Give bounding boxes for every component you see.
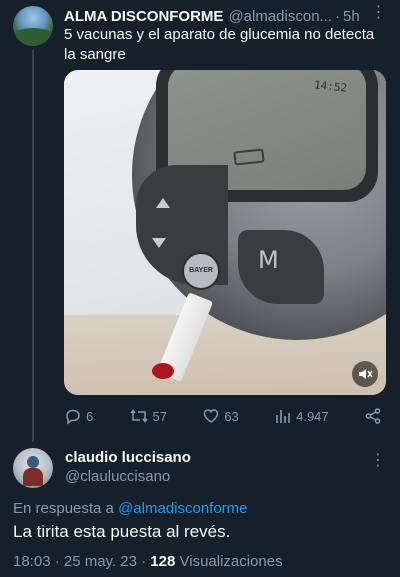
reply-button[interactable]: 6 (64, 407, 93, 425)
more-options-icon[interactable]: ⋮ (370, 453, 386, 472)
thread-connector-line (32, 50, 34, 442)
more-options-icon[interactable]: ⋮ (370, 5, 387, 24)
tweet-thread: ALMA DISCONFORME @almadiscon... · 5h ⋮ 5… (0, 0, 400, 577)
glucometer-down-arrow-icon (152, 238, 166, 248)
replying-to-handle-link[interactable]: @almadisconforme (118, 500, 247, 517)
heart-icon (204, 409, 219, 423)
author-handle[interactable]: @clauluccisano (65, 468, 170, 485)
share-button[interactable] (364, 407, 386, 425)
separator-dot: · (335, 7, 341, 25)
tweet-timestamp[interactable]: 18:03 · 25 may. 23 · (13, 553, 146, 570)
replying-to-line: En respuesta a @almadisconforme (13, 500, 248, 517)
author-handle[interactable]: @almadiscon... (228, 8, 332, 25)
analytics-icon (276, 410, 290, 423)
speaker-muted-icon (359, 369, 373, 379)
retweet-count: 57 (152, 408, 168, 424)
author-name[interactable]: ALMA DISCONFORME (64, 8, 223, 25)
tweet-video[interactable]: 14:52 M BAYER (64, 70, 386, 395)
tweet-metadata: 18:03 · 25 may. 23 · 128 Visualizaciones (13, 553, 283, 570)
share-icon (365, 408, 381, 424)
author-name[interactable]: claudio luccisano (65, 449, 191, 466)
reply-icon (66, 409, 80, 425)
tweet-text: 5 vacunas y el aparato de glucemia no de… (64, 26, 375, 63)
avatar-landscape (13, 28, 53, 46)
avatar[interactable] (13, 448, 53, 488)
avatar[interactable] (13, 6, 53, 46)
reply-count: 6 (86, 408, 94, 424)
glucometer-m-button (238, 230, 324, 304)
avatar-figure-body (23, 468, 43, 486)
retweet-button[interactable]: 57 (129, 407, 167, 425)
views-count: 128 (150, 553, 176, 570)
like-button[interactable]: 63 (202, 407, 239, 425)
bayer-logo: BAYER (182, 252, 220, 290)
mute-button[interactable] (352, 361, 378, 387)
tweet-actions: 6 57 63 4.947 (64, 404, 386, 428)
views-label: Visualizaciones (179, 553, 283, 570)
tweet-header: ALMA DISCONFORME @almadiscon... · 5h (64, 6, 386, 26)
replying-to-label: En respuesta a (13, 500, 114, 517)
avatar-figure-head (27, 456, 39, 468)
glucometer-up-arrow-icon (156, 198, 170, 208)
blood-drop (152, 363, 174, 379)
tweet-text: La tirita esta puesta al revés. (13, 522, 231, 541)
like-count: 63 (224, 408, 239, 424)
glucometer-m-label: M (258, 246, 279, 274)
views-button[interactable]: 4.947 (274, 407, 329, 425)
tweet-timestamp[interactable]: 5h (343, 8, 360, 25)
view-count: 4.947 (296, 408, 329, 424)
original-tweet[interactable]: ALMA DISCONFORME @almadiscon... · 5h ⋮ 5… (0, 0, 400, 442)
retweet-icon (129, 409, 148, 423)
